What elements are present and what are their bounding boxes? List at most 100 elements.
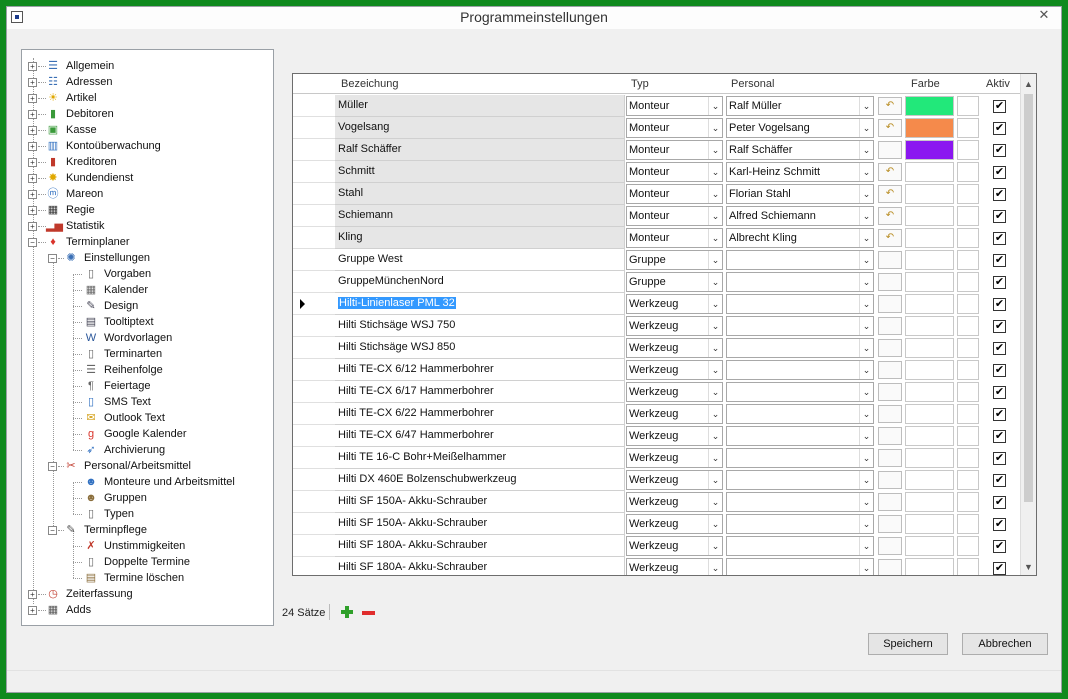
typ-combo[interactable]: Werkzeug ⌄ bbox=[626, 404, 723, 424]
color-picker-box[interactable] bbox=[957, 184, 979, 204]
aktiv-checkbox[interactable]: ✔ bbox=[993, 496, 1006, 509]
bezeichnung-cell[interactable]: Hilti TE-CX 6/12 Hammerbohrer bbox=[335, 359, 625, 381]
color-picker-box[interactable] bbox=[957, 448, 979, 468]
color-picker-box[interactable] bbox=[957, 382, 979, 402]
empty-button[interactable] bbox=[878, 361, 902, 379]
tree-item[interactable]: ▤ Tooltiptext bbox=[22, 314, 272, 330]
aktiv-checkbox[interactable]: ✔ bbox=[993, 188, 1006, 201]
chevron-down-icon[interactable]: ⌄ bbox=[708, 405, 722, 423]
color-swatch[interactable] bbox=[905, 360, 954, 380]
empty-button[interactable] bbox=[878, 295, 902, 313]
tree-item[interactable]: ▯ Doppelte Termine bbox=[22, 554, 272, 570]
tree-item[interactable]: + ⓜ Mareon bbox=[22, 186, 272, 202]
close-button[interactable]: ✕ bbox=[1033, 7, 1055, 23]
remove-icon[interactable] bbox=[362, 611, 375, 615]
grid-vertical-scrollbar[interactable]: ▲ ▼ bbox=[1020, 74, 1036, 575]
bezeichnung-cell[interactable]: Hilti Stichsäge WSJ 850 bbox=[335, 337, 625, 359]
aktiv-checkbox[interactable]: ✔ bbox=[993, 254, 1006, 267]
table-row[interactable]: Hilti Stichsäge WSJ 850 Werkzeug ⌄ ⌄ ✔ bbox=[293, 337, 1020, 359]
tree-item[interactable]: − ♦ Terminplaner bbox=[22, 234, 272, 250]
chevron-down-icon[interactable]: ⌄ bbox=[859, 471, 873, 489]
chevron-down-icon[interactable]: ⌄ bbox=[859, 163, 873, 181]
bezeichnung-cell[interactable]: Hilti-Linienlaser PML 32 bbox=[335, 293, 625, 315]
empty-button[interactable] bbox=[878, 449, 902, 467]
chevron-down-icon[interactable]: ⌄ bbox=[708, 559, 722, 575]
row-header[interactable] bbox=[293, 557, 335, 575]
chevron-down-icon[interactable]: ⌄ bbox=[859, 273, 873, 291]
tree-item[interactable]: − ✎ Terminpflege bbox=[22, 522, 272, 538]
color-swatch[interactable] bbox=[905, 338, 954, 358]
color-picker-box[interactable] bbox=[957, 206, 979, 226]
personal-combo[interactable]: ⌄ bbox=[726, 294, 874, 314]
color-swatch[interactable] bbox=[905, 272, 954, 292]
chevron-down-icon[interactable]: ⌄ bbox=[859, 97, 873, 115]
color-picker-box[interactable] bbox=[957, 536, 979, 556]
chevron-down-icon[interactable]: ⌄ bbox=[708, 97, 722, 115]
chevron-down-icon[interactable]: ⌄ bbox=[708, 119, 722, 137]
collapse-icon[interactable]: − bbox=[48, 526, 57, 535]
bezeichnung-cell[interactable]: GruppeMünchenNord bbox=[335, 271, 625, 293]
tree-item[interactable]: ▯ SMS Text bbox=[22, 394, 272, 410]
empty-button[interactable] bbox=[878, 471, 902, 489]
chevron-down-icon[interactable]: ⌄ bbox=[708, 449, 722, 467]
bezeichnung-cell[interactable]: Schmitt bbox=[335, 161, 625, 183]
chevron-down-icon[interactable]: ⌄ bbox=[859, 383, 873, 401]
collapse-icon[interactable]: − bbox=[48, 462, 57, 471]
personal-combo[interactable]: Peter Vogelsang ⌄ bbox=[726, 118, 874, 138]
tree-item[interactable]: + ▮ Kreditoren bbox=[22, 154, 272, 170]
undo-icon[interactable]: ↶ bbox=[878, 229, 902, 247]
typ-combo[interactable]: Werkzeug ⌄ bbox=[626, 558, 723, 575]
tree-item[interactable]: ▯ Terminarten bbox=[22, 346, 272, 362]
tree-item[interactable]: ▤ Termine löschen bbox=[22, 570, 272, 586]
row-header[interactable] bbox=[293, 227, 335, 249]
chevron-down-icon[interactable]: ⌄ bbox=[859, 339, 873, 357]
save-button[interactable]: Speichern bbox=[868, 633, 948, 655]
column-header-bezeichnung[interactable]: Bezeichung bbox=[341, 74, 399, 94]
chevron-down-icon[interactable]: ⌄ bbox=[859, 515, 873, 533]
chevron-down-icon[interactable]: ⌄ bbox=[859, 141, 873, 159]
table-row[interactable]: Hilti TE 16-C Bohr+Meißelhammer Werkzeug ⌄… bbox=[293, 447, 1020, 469]
bezeichnung-cell[interactable]: Hilti TE 16-C Bohr+Meißelhammer bbox=[335, 447, 625, 469]
typ-combo[interactable]: Monteur ⌄ bbox=[626, 96, 723, 116]
table-row[interactable]: Stahl Monteur ⌄ Florian Stahl ⌄ ↶ ✔ bbox=[293, 183, 1020, 205]
chevron-down-icon[interactable]: ⌄ bbox=[708, 273, 722, 291]
color-swatch[interactable] bbox=[905, 206, 954, 226]
tree-item[interactable]: + ▣ Kasse bbox=[22, 122, 272, 138]
expand-icon[interactable]: + bbox=[28, 94, 37, 103]
color-picker-box[interactable] bbox=[957, 228, 979, 248]
tree-item[interactable]: + ☷ Adressen bbox=[22, 74, 272, 90]
scroll-up-icon[interactable]: ▲ bbox=[1021, 76, 1036, 92]
settings-tree[interactable]: + ☰ Allgemein + ☷ Adressen + ☀ Artikel + ▮ Debitore… bbox=[21, 49, 274, 626]
tree-item[interactable]: ¶ Feiertage bbox=[22, 378, 272, 394]
aktiv-checkbox[interactable]: ✔ bbox=[993, 210, 1006, 223]
row-header[interactable] bbox=[293, 293, 335, 315]
table-row[interactable]: Hilti SF 150A- Akku-Schrauber Werkzeug ⌄ ⌄ ✔ bbox=[293, 513, 1020, 535]
bezeichnung-cell[interactable]: Kling bbox=[335, 227, 625, 249]
color-picker-box[interactable] bbox=[957, 294, 979, 314]
aktiv-checkbox[interactable]: ✔ bbox=[993, 298, 1006, 311]
scroll-thumb[interactable] bbox=[1024, 94, 1033, 502]
bezeichnung-cell[interactable]: Hilti Stichsäge WSJ 750 bbox=[335, 315, 625, 337]
empty-button[interactable] bbox=[878, 405, 902, 423]
chevron-down-icon[interactable]: ⌄ bbox=[708, 185, 722, 203]
table-row[interactable]: Hilti TE-CX 6/47 Hammerbohrer Werkzeug ⌄ ⌄ ✔ bbox=[293, 425, 1020, 447]
row-header[interactable] bbox=[293, 447, 335, 469]
chevron-down-icon[interactable]: ⌄ bbox=[708, 163, 722, 181]
bezeichnung-cell[interactable]: Hilti SF 150A- Akku-Schrauber bbox=[335, 513, 625, 535]
add-icon[interactable] bbox=[340, 605, 354, 619]
chevron-down-icon[interactable]: ⌄ bbox=[859, 449, 873, 467]
personal-combo[interactable]: ⌄ bbox=[726, 470, 874, 490]
chevron-down-icon[interactable]: ⌄ bbox=[708, 251, 722, 269]
collapse-icon[interactable]: − bbox=[28, 238, 37, 247]
row-header[interactable] bbox=[293, 513, 335, 535]
expand-icon[interactable]: + bbox=[28, 142, 37, 151]
tree-item[interactable]: − ✂ Personal/Arbeitsmittel bbox=[22, 458, 272, 474]
personal-combo[interactable]: Albrecht Kling ⌄ bbox=[726, 228, 874, 248]
color-picker-box[interactable] bbox=[957, 338, 979, 358]
undo-icon[interactable]: ↶ bbox=[878, 119, 902, 137]
aktiv-checkbox[interactable]: ✔ bbox=[993, 386, 1006, 399]
typ-combo[interactable]: Werkzeug ⌄ bbox=[626, 514, 723, 534]
color-swatch[interactable] bbox=[905, 426, 954, 446]
color-swatch[interactable] bbox=[905, 250, 954, 270]
color-picker-box[interactable] bbox=[957, 558, 979, 575]
